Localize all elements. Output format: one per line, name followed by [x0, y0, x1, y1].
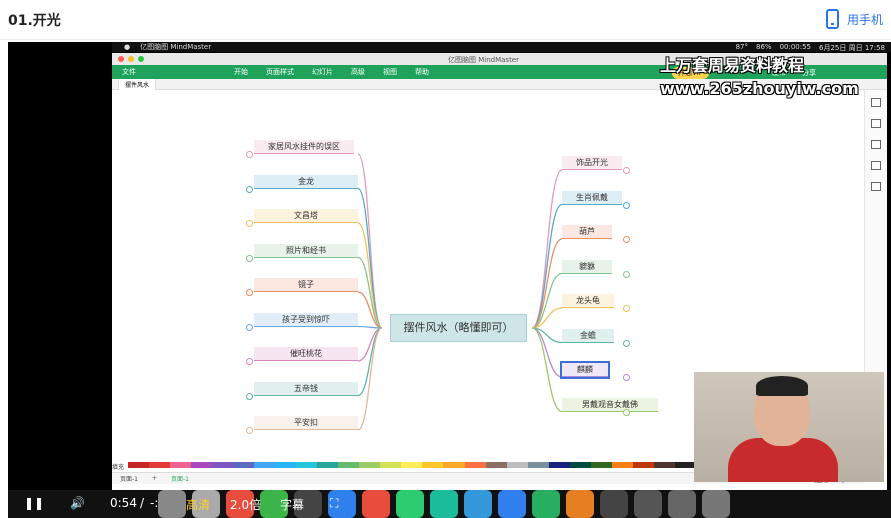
menu-slides[interactable]: 幻灯片 — [312, 67, 333, 77]
open-on-phone-button[interactable]: 用手机 — [825, 9, 883, 29]
apple-icon: ● — [124, 43, 131, 51]
quality-button[interactable]: 高清 — [186, 496, 210, 513]
window-title: 亿图脑图 MindMaster — [448, 56, 519, 64]
left-link-0 — [357, 153, 383, 329]
left-topic-1[interactable]: 金龙 — [254, 174, 358, 189]
current-time: 0:54 — [110, 496, 137, 510]
minimize-dot-icon[interactable] — [128, 56, 134, 62]
left-collapse-icon-7[interactable] — [246, 392, 253, 400]
left-collapse-icon-5[interactable] — [246, 323, 253, 331]
share-button[interactable]: 分享 — [802, 68, 816, 78]
menu-advanced[interactable]: 高级 — [351, 67, 365, 77]
right-topic-4[interactable]: 龙头龟 — [562, 294, 614, 308]
phone-label: 用手机 — [846, 12, 883, 27]
menu-help[interactable]: 帮助 — [415, 67, 429, 77]
central-topic[interactable]: 摆件风水（略懂即可） — [390, 314, 527, 342]
right-topic-1[interactable]: 生肖佩戴 — [562, 190, 622, 205]
left-collapse-icon-6[interactable] — [246, 358, 253, 365]
video-player[interactable]: ● 亿图脑图 MindMaster 87° 86% 00:00:55 6月25日… — [8, 42, 891, 518]
left-topic-7[interactable]: 五帝钱 — [254, 381, 358, 396]
right-collapse-icon-0[interactable] — [623, 167, 630, 174]
presenter-webcam — [694, 372, 884, 482]
presenter-hair — [756, 376, 808, 396]
left-topic-3[interactable]: 照片和经书 — [254, 243, 358, 258]
player-controls: ❚❚ 🔊 0:54 / -:-- 高清 2.0倍 字幕 ⛶ — [8, 490, 891, 518]
right-collapse-icon-7[interactable] — [623, 408, 630, 416]
right-collapse-icon-3[interactable] — [623, 270, 630, 278]
right-collapse-icon-4[interactable] — [623, 305, 630, 312]
fullscreen-icon[interactable]: ⛶ — [330, 496, 338, 511]
phone-icon — [825, 9, 839, 29]
close-dot-icon[interactable] — [118, 56, 124, 62]
left-topic-6[interactable]: 催旺桃花 — [254, 347, 358, 361]
left-collapse-icon-0[interactable] — [246, 151, 253, 158]
fill-label: 填充 — [112, 464, 125, 471]
mac-app-name: 亿图脑图 MindMaster — [140, 43, 212, 51]
style-icon[interactable] — [871, 98, 881, 107]
page-tab[interactable]: 页面-1 — [171, 474, 189, 483]
left-link-7 — [357, 327, 383, 397]
left-topic-2[interactable]: 文昌塔 — [254, 209, 358, 223]
menu-start[interactable]: 开始 — [234, 67, 248, 77]
mac-menubar: ● 亿图脑图 MindMaster 87° 86% 00:00:55 6月25日… — [112, 42, 891, 52]
right-topic-0[interactable]: 饰品开光 — [562, 156, 622, 170]
clipart-icon[interactable] — [871, 140, 881, 149]
lesson-title: 01.开光 — [8, 13, 61, 29]
speed-button[interactable]: 2.0倍 — [230, 496, 261, 513]
zoom-dot-icon[interactable] — [138, 56, 144, 62]
left-collapse-icon-1[interactable] — [246, 185, 253, 193]
right-link-0 — [531, 169, 563, 329]
pause-icon[interactable]: ❚❚ — [24, 496, 44, 510]
right-topic-2[interactable]: 葫芦 — [562, 225, 612, 239]
menu-file[interactable]: 文件 — [122, 67, 136, 77]
menu-view[interactable]: 视图 — [383, 67, 397, 77]
left-collapse-icon-8[interactable] — [246, 427, 253, 434]
left-topic-8[interactable]: 平安扣 — [254, 416, 358, 430]
task-icon[interactable] — [871, 161, 881, 170]
left-link-1 — [357, 187, 383, 329]
right-collapse-icon-2[interactable] — [623, 236, 630, 243]
left-topic-0[interactable]: 家居风水挂件的误区 — [254, 140, 354, 154]
outline-icon[interactable] — [871, 182, 881, 191]
watermark-line1: 上万套周易资料教程 — [660, 56, 805, 75]
add-page-icon[interactable]: + — [152, 475, 157, 482]
left-collapse-icon-3[interactable] — [246, 254, 253, 262]
right-topic-3[interactable]: 貔貅 — [562, 259, 612, 274]
right-collapse-icon-6[interactable] — [623, 374, 630, 381]
left-topic-5[interactable]: 孩子受到惊吓 — [254, 312, 358, 327]
page-header: 01.开光 用手机 — [0, 0, 891, 40]
right-collapse-icon-1[interactable] — [623, 201, 630, 209]
volume-icon[interactable]: 🔊 — [70, 496, 85, 510]
mac-date: 6月25日 周日 17:58 — [819, 44, 885, 52]
menu-page-style[interactable]: 页面样式 — [266, 67, 294, 77]
watermark-line2: www.265zhouyiw.com — [660, 79, 859, 98]
image-icon[interactable] — [871, 119, 881, 128]
right-topic-6[interactable]: 麒麟 — [560, 361, 610, 379]
left-collapse-icon-2[interactable] — [246, 220, 253, 227]
left-collapse-icon-4[interactable] — [246, 289, 253, 296]
document-tab[interactable]: 摆件风水 — [118, 77, 157, 91]
subtitle-button[interactable]: 字幕 — [280, 496, 304, 513]
page-selector[interactable]: 页面-1 — [120, 474, 138, 483]
left-topic-4[interactable]: 镜子 — [254, 278, 358, 292]
time-separator: / — [140, 496, 145, 510]
right-topic-7[interactable]: 男戴观音女戴佛 — [562, 397, 658, 412]
right-link-7 — [531, 327, 563, 413]
right-topic-5[interactable]: 金蟾 — [562, 328, 614, 343]
right-collapse-icon-5[interactable] — [623, 339, 630, 347]
right-link-1 — [531, 203, 563, 329]
